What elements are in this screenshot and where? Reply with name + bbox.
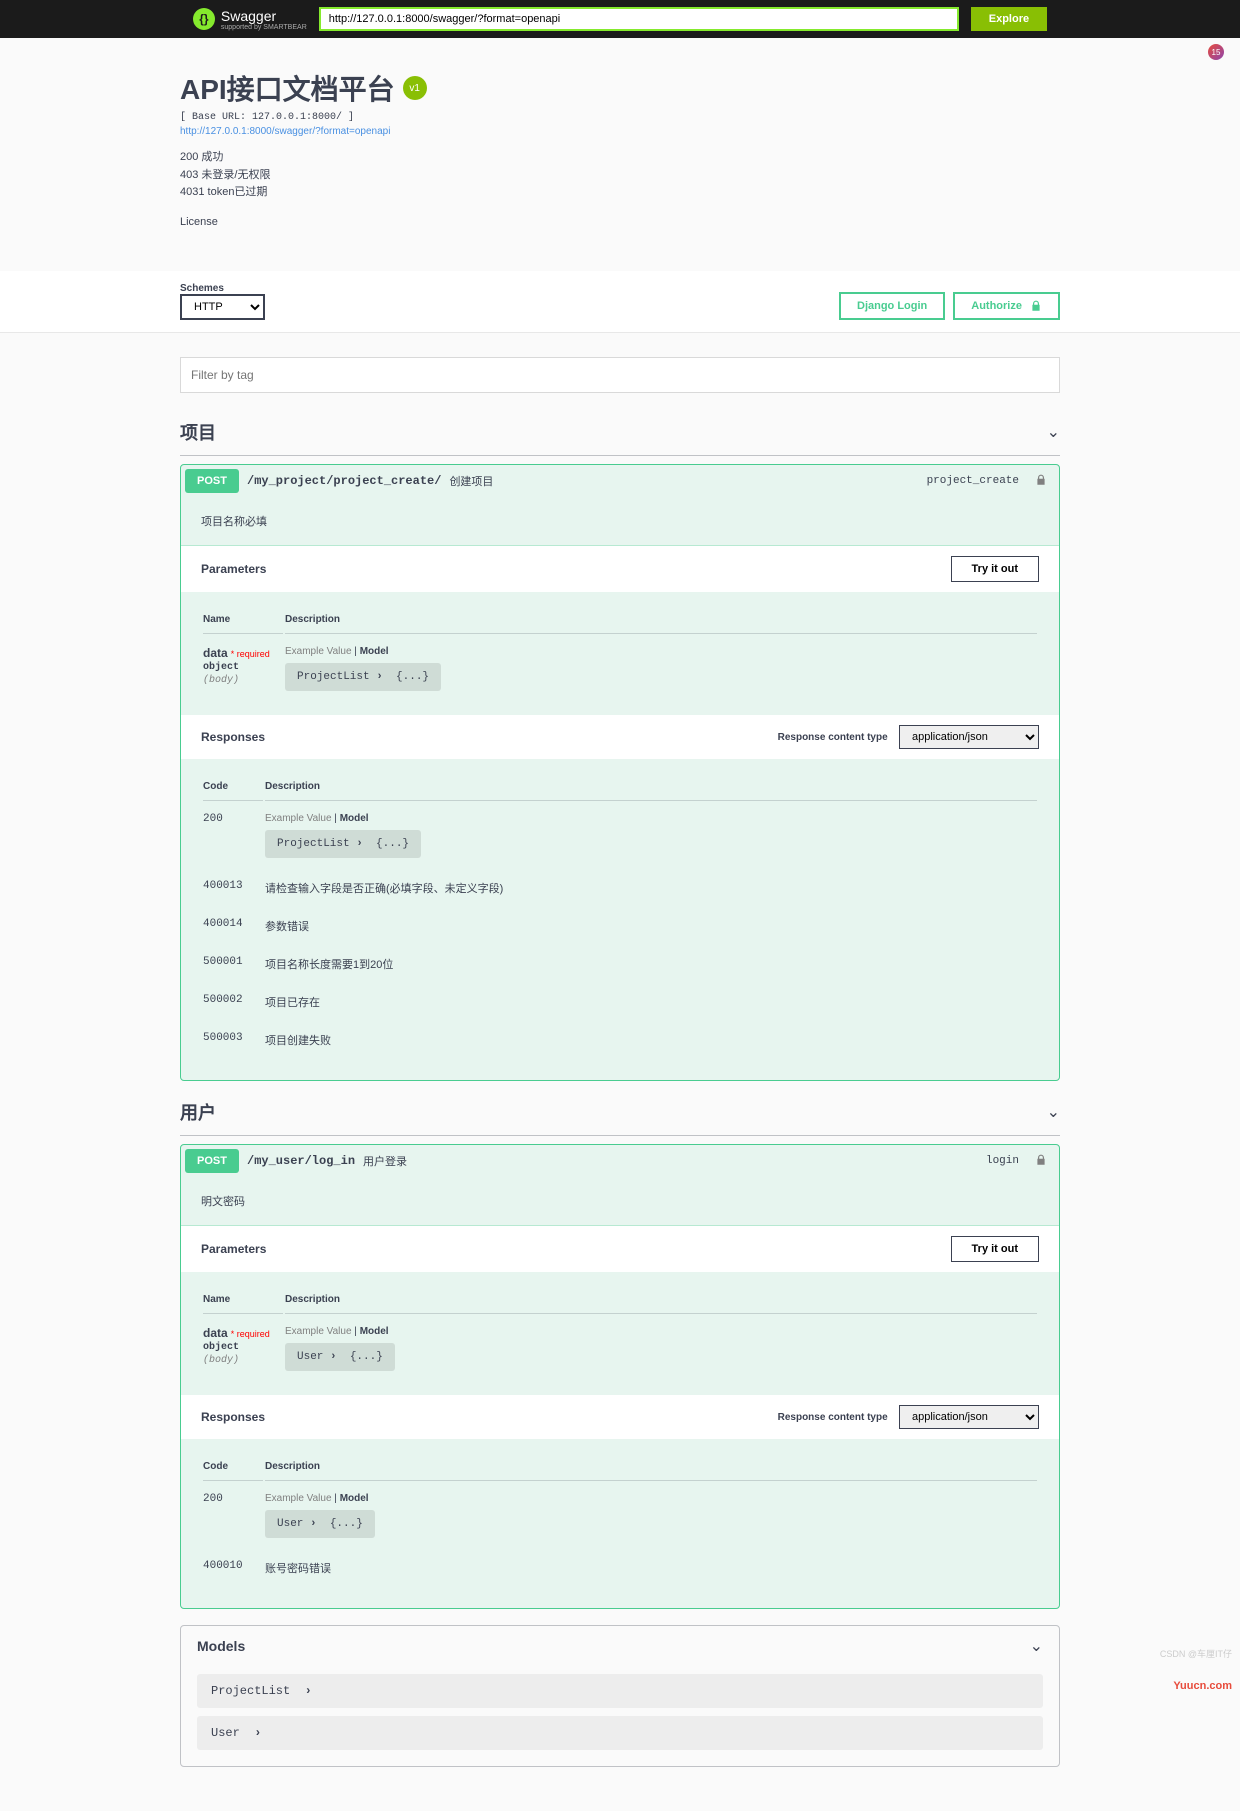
response-code: 200 [203,803,263,868]
operation-path: /my_project/project_create/ [247,474,441,488]
required-marker: * required [231,1329,270,1339]
license-link[interactable]: License [180,214,1060,232]
tag-header[interactable]: 用户 ⌄ [180,1089,1060,1136]
operation-block: POST /my_user/log_in 用户登录 login 明文密码 Par… [180,1144,1060,1609]
response-code: 500003 [203,1022,263,1058]
lock-icon [1030,300,1042,312]
swagger-url-link[interactable]: http://127.0.0.1:8000/swagger/?format=op… [180,126,390,137]
lock-icon [1035,1154,1047,1166]
required-marker: * required [231,649,270,659]
operation-id: login [986,1155,1019,1167]
url-input[interactable] [319,7,959,31]
model-item[interactable]: User › [197,1716,1043,1750]
lock-icon [1035,474,1047,486]
method-badge: POST [185,469,239,493]
response-description: 项目名称长度需要1到20位 [265,946,1037,982]
parameters-header: Parameters Try it out [181,546,1059,592]
model-item[interactable]: ProjectList › [197,1674,1043,1708]
operation-description: 用户登录 [363,1153,407,1169]
operation-path: /my_user/log_in [247,1154,355,1168]
api-description: 200 成功 403 未登录/无权限 4031 token已过期 [180,149,1060,202]
method-badge: POST [185,1149,239,1173]
response-code: 500002 [203,984,263,1020]
model-box[interactable]: ProjectList › {...} [285,663,441,691]
response-description: Example Value | Model User › {...} [265,1483,1037,1548]
chevron-down-icon: ⌄ [1047,422,1060,442]
response-description: 项目创建失败 [265,1022,1037,1058]
operation-description: 创建项目 [449,473,493,489]
response-description: Example Value | Model ProjectList › {...… [265,803,1037,868]
response-description: 账号密码错误 [265,1550,1037,1586]
api-info: API接口文档平台 v1 [ Base URL: 127.0.0.1:8000/… [180,38,1060,251]
base-url: [ Base URL: 127.0.0.1:8000/ ] [180,112,1060,123]
yuucn-watermark: Yuucn.com [1173,1680,1232,1692]
model-box[interactable]: User › {...} [285,1343,395,1371]
notification-badge[interactable]: 15 [1208,44,1224,60]
tag-header[interactable]: 项目 ⌄ [180,409,1060,456]
operation-block: POST /my_project/project_create/ 创建项目 pr… [180,464,1060,1081]
content-type-select[interactable]: application/json [899,725,1039,749]
operation-body-desc: 项目名称必填 [181,497,1059,546]
schemes-bar: Schemes HTTP Django Login Authorize [0,271,1240,333]
schemes-label: Schemes [180,283,265,294]
model-box[interactable]: User › {...} [265,1510,375,1538]
content-type-select[interactable]: application/json [899,1405,1039,1429]
operation-id: project_create [927,475,1019,487]
try-it-out-button[interactable]: Try it out [951,1236,1039,1262]
param-name: data [203,646,228,660]
response-code: 500001 [203,946,263,982]
chevron-down-icon: ⌄ [1030,1636,1043,1656]
models-header[interactable]: Models ⌄ [181,1626,1059,1666]
operation-body-desc: 明文密码 [181,1177,1059,1226]
response-description: 项目已存在 [265,984,1037,1020]
version-badge: v1 [403,76,427,100]
tag-name: 用户 [180,1099,216,1125]
api-title: API接口文档平台 v1 [180,68,1060,108]
response-description: 参数错误 [265,908,1037,944]
django-login-button[interactable]: Django Login [839,292,945,320]
swagger-icon: {} [193,8,215,30]
tag-name: 项目 [180,419,216,445]
model-box[interactable]: ProjectList › {...} [265,830,421,858]
responses-header: Responses Response content type applicat… [181,715,1059,759]
response-code: 200 [203,1483,263,1548]
logo-text: Swagger [221,8,276,24]
authorize-button[interactable]: Authorize [953,292,1060,320]
swagger-logo: {} Swagger supported by SMARTBEAR [193,8,307,31]
param-name: data [203,1326,228,1340]
logo-subtext: supported by SMARTBEAR [221,24,307,31]
parameters-header: Parameters Try it out [181,1226,1059,1272]
filter-input[interactable] [180,357,1060,393]
responses-header: Responses Response content type applicat… [181,1395,1059,1439]
operation-summary[interactable]: POST /my_project/project_create/ 创建项目 pr… [181,465,1059,497]
topbar: {} Swagger supported by SMARTBEAR Explor… [0,0,1240,38]
response-code: 400013 [203,870,263,906]
try-it-out-button[interactable]: Try it out [951,556,1039,582]
watermark: CSDN @车厘IT仔 [1160,1647,1232,1660]
response-description: 请检查输入字段是否正确(必填字段、未定义字段) [265,870,1037,906]
schemes-select[interactable]: HTTP [180,294,265,320]
chevron-down-icon: ⌄ [1047,1102,1060,1122]
operation-summary[interactable]: POST /my_user/log_in 用户登录 login [181,1145,1059,1177]
response-code: 400010 [203,1550,263,1586]
explore-button[interactable]: Explore [971,7,1047,31]
models-section: Models ⌄ ProjectList › User › [180,1625,1060,1767]
response-code: 400014 [203,908,263,944]
